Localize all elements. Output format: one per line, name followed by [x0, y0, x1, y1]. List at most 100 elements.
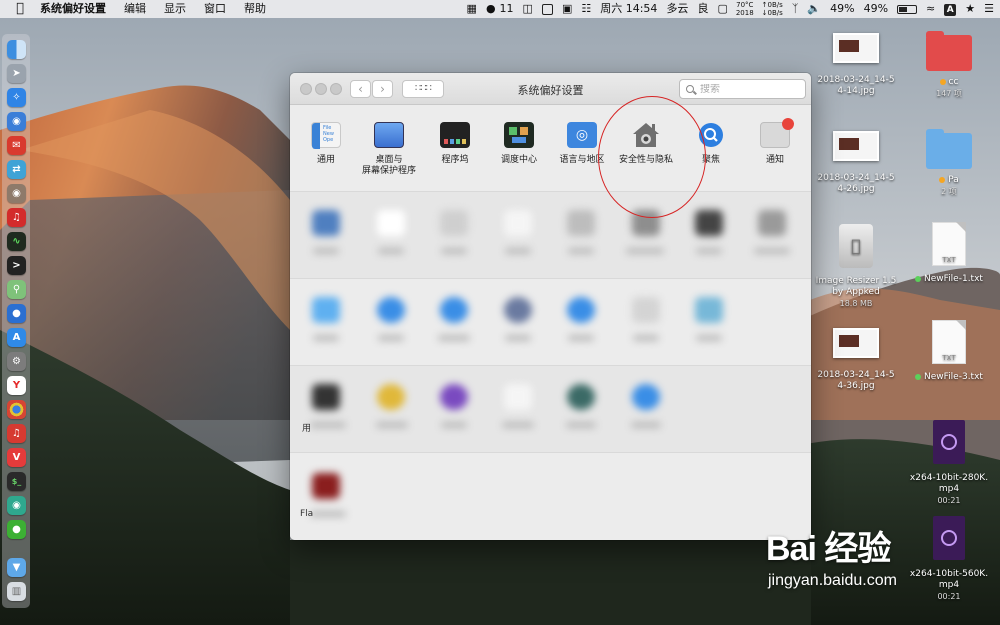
wifi-icon[interactable]: ≈	[926, 0, 935, 18]
menubar-battery-percent-1[interactable]: 49%	[830, 0, 854, 18]
menu-edit[interactable]: 编辑	[124, 0, 146, 18]
window-titlebar[interactable]: ‹ › ∷∷∷ 系统偏好设置	[290, 73, 811, 105]
file-name: NewFile-3.txt	[924, 372, 983, 382]
apple-menu-icon[interactable]: 	[12, 0, 28, 18]
activity-monitor-icon[interactable]: ∿	[7, 232, 26, 251]
file-sub: 147 项	[936, 89, 962, 98]
show-all-button[interactable]: ∷∷∷	[402, 80, 444, 98]
speaker-icon[interactable]: 🔈	[807, 0, 821, 18]
downloads-folder-icon[interactable]: ▼	[7, 558, 26, 577]
baidu-url: jingyan.baidu.com	[768, 572, 897, 589]
menubar-battery-percent-2[interactable]: 49%	[864, 0, 888, 18]
menu-bar:  系统偏好设置 编辑 显示 窗口 帮助 ▦ ●11 ◫ ▣ ☷ 周六 14:5…	[0, 0, 1000, 18]
desktop-screensaver-icon	[374, 122, 404, 148]
desktop-video-280k[interactable]: x264-10bit-280K. mp4 00:21	[902, 420, 996, 506]
preferences-row-system: 用	[290, 365, 811, 452]
pane-dock[interactable]: 程序坞	[422, 105, 488, 166]
menu-app-name[interactable]: 系统偏好设置	[40, 0, 106, 18]
siri-icon[interactable]: ●	[7, 304, 26, 323]
file-name: Image Resizer 1.5 by Appked	[815, 276, 897, 297]
back-button[interactable]: ‹	[350, 80, 371, 98]
pane-label: 程序坞	[441, 155, 469, 165]
file-sub: 00:21	[937, 496, 961, 505]
maps-icon[interactable]: ⚲	[7, 280, 26, 299]
terminal-icon[interactable]: >	[7, 256, 26, 275]
pane-label: 桌面与 屏幕保护程序	[361, 155, 416, 176]
star-icon[interactable]: ★	[965, 0, 975, 18]
search-input[interactable]	[700, 83, 790, 95]
wechat-icon[interactable]: ●	[7, 520, 26, 539]
chrome-icon[interactable]	[7, 400, 26, 419]
file-name: cc	[948, 77, 959, 87]
desktop-file-jpg-1[interactable]: 2018-03-24_14-5 4-14.jpg	[810, 33, 902, 97]
desktop-folder-cc[interactable]: cc 147 项	[918, 31, 980, 99]
blue-folder-icon	[926, 129, 972, 169]
menubar-network-speed[interactable]: ↑0B/s ↓0B/s	[762, 1, 783, 17]
preview-icon[interactable]: ◉	[7, 112, 26, 131]
pane-label: 通知	[765, 155, 784, 165]
search-field[interactable]	[679, 79, 806, 99]
trash-icon[interactable]: ▥	[7, 582, 26, 601]
notification-center-icon[interactable]: ☰	[984, 0, 994, 18]
safari-icon[interactable]: ✧	[7, 88, 26, 107]
zoom-button[interactable]	[330, 83, 342, 95]
pane-general[interactable]: File New Ope 通用	[293, 105, 359, 166]
launchpad-icon[interactable]: ➤	[7, 64, 26, 83]
file-sub: 00:21	[937, 592, 961, 601]
desktop-file-jpg-3[interactable]: 2018-03-24_14-5 4-36.jpg	[810, 328, 902, 392]
baidu-logo: Bai 经验	[766, 530, 891, 568]
menubar-weather[interactable]: 多云	[666, 0, 688, 18]
desktop-video-560k[interactable]: x264-10bit-560K. mp4 00:21	[902, 516, 996, 602]
screen-mirror-icon[interactable]: ▣	[562, 0, 572, 18]
finder-icon[interactable]	[7, 40, 26, 59]
temp-value: 70°C	[736, 1, 754, 9]
pane-mission-control[interactable]: 调度中心	[486, 105, 552, 166]
baidu-watermark: Bai 经验 jingyan.baidu.com	[766, 521, 897, 590]
input-source-icon[interactable]: A	[944, 0, 957, 18]
menubar-datetime[interactable]: 周六 14:54	[600, 0, 657, 18]
system-preferences-icon[interactable]: ⚙	[7, 352, 26, 371]
window-icon[interactable]	[541, 0, 553, 18]
desktop-file-jpg-2[interactable]: 2018-03-24_14-5 4-26.jpg	[810, 131, 902, 195]
document-icon[interactable]: ☷	[581, 0, 591, 18]
wechat-badge: 11	[499, 2, 514, 15]
close-button[interactable]	[300, 83, 312, 95]
cpu-monitor-icon[interactable]: ▢	[717, 0, 727, 18]
console-icon[interactable]: $_	[7, 472, 26, 491]
desktop-dmg-image-resizer[interactable]:  Image Resizer 1.5 by Appked 18.8 MB	[810, 224, 902, 309]
desktop-folder-pa[interactable]: Pa 2 项	[918, 129, 980, 197]
menubar-air-quality[interactable]: 良	[697, 0, 708, 18]
vivaldi-icon[interactable]: V	[7, 448, 26, 467]
desktop-file-txt-3[interactable]: TXT NewFile-3.txt	[908, 320, 990, 383]
blurred-icons	[290, 192, 811, 278]
migration-icon[interactable]: ⇄	[7, 160, 26, 179]
app-teal-icon[interactable]: ◉	[7, 496, 26, 515]
grid-app-icon[interactable]: ▦	[467, 0, 477, 18]
file-name: NewFile-1.txt	[924, 274, 983, 284]
menu-view[interactable]: 显示	[164, 0, 186, 18]
photo-app-icon[interactable]: ◉	[7, 184, 26, 203]
menubar-temp[interactable]: 70°C 2018	[736, 1, 754, 17]
menu-help[interactable]: 帮助	[244, 0, 266, 18]
minimize-button[interactable]	[315, 83, 327, 95]
forward-button[interactable]: ›	[372, 80, 393, 98]
red-folder-icon	[926, 31, 972, 71]
blurred-icons	[290, 453, 811, 540]
bluetooth-icon[interactable]: ᛉ	[792, 0, 799, 18]
desktop-file-txt-1[interactable]: TXT NewFile-1.txt	[908, 222, 990, 285]
netease-cloud-icon[interactable]: ♫	[7, 424, 26, 443]
display-icon[interactable]: ◫	[523, 0, 533, 18]
row-fragment-text: 用	[302, 424, 312, 434]
file-name: x264-10bit-560K. mp4	[909, 569, 989, 590]
battery-icon[interactable]	[897, 0, 918, 18]
pane-notifications[interactable]: 通知	[742, 105, 808, 166]
app-red-icon[interactable]: ✉	[7, 136, 26, 155]
menu-window[interactable]: 窗口	[204, 0, 226, 18]
pane-desktop-screensaver[interactable]: 桌面与 屏幕保护程序	[356, 105, 422, 177]
blurred-icons	[290, 366, 811, 452]
netease-music-icon[interactable]: ♫	[7, 208, 26, 227]
app-store-icon[interactable]: A	[7, 328, 26, 347]
yandex-browser-icon[interactable]: Y	[7, 376, 26, 395]
wechat-status-icon[interactable]: ● 11	[486, 0, 514, 18]
preferences-row-personal: File New Ope 通用 桌面与 屏幕保护程序 程序坞 调度中心 ◎ 语言…	[290, 105, 811, 191]
